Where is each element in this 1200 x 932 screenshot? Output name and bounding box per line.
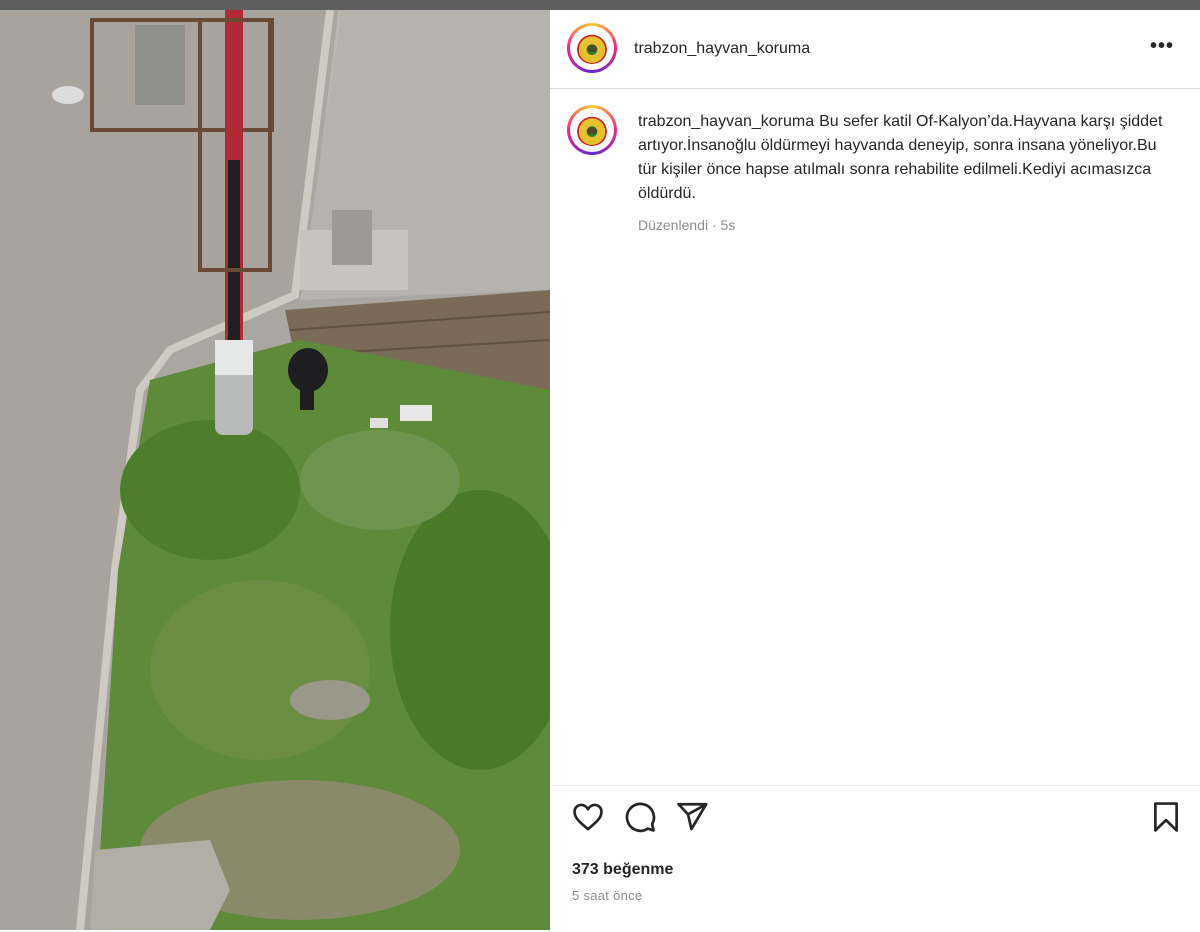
post-time-ago: 5 saat önce: [572, 888, 643, 903]
street-bin: [332, 210, 372, 265]
window-top-bar: [0, 0, 1200, 10]
paper-plane-icon[interactable]: [675, 800, 709, 834]
post-header: trabzon_hayvan_koruma •••: [550, 10, 1200, 89]
aerial-photo: [0, 10, 550, 930]
comment-bubble-icon[interactable]: [623, 800, 657, 834]
post-side-panel: trabzon_hayvan_koruma ••• trabzon_hayvan…: [550, 10, 1200, 930]
caption-username[interactable]: trabzon_hayvan_koruma: [638, 113, 814, 130]
caption-avatar[interactable]: [567, 105, 617, 155]
more-options-icon[interactable]: •••: [1150, 36, 1174, 56]
likes-count[interactable]: 373 beğenme: [572, 861, 673, 879]
header-username[interactable]: trabzon_hayvan_koruma: [634, 40, 810, 58]
heart-icon[interactable]: [571, 800, 605, 834]
action-bar: 373 beğenme 5 saat önce: [550, 785, 1200, 932]
bookmark-icon[interactable]: [1149, 800, 1183, 834]
post-caption: trabzon_hayvan_koruma Bu sefer katil Of-K…: [638, 110, 1173, 206]
post-media[interactable]: [0, 10, 550, 930]
edited-timestamp: Düzenlendi · 5s: [638, 217, 736, 233]
profile-avatar[interactable]: [567, 23, 617, 73]
